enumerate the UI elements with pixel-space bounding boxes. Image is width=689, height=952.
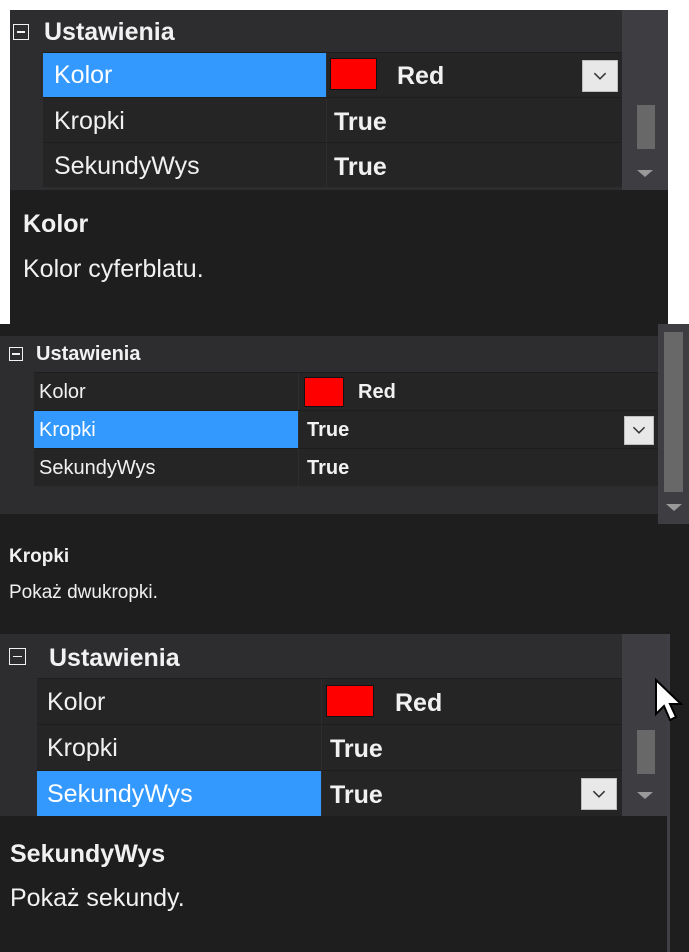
- property-row-kropki[interactable]: Kropki True: [37, 724, 622, 770]
- value-text: Red: [358, 381, 396, 403]
- chevron-down-icon: [592, 790, 606, 798]
- description-text: Kolor cyferblatu.: [23, 255, 204, 283]
- property-grid-panel-3: Ustawienia Kolor Red Kropki True Sekundy…: [0, 634, 689, 952]
- value-text: True: [330, 781, 383, 809]
- property-row-sekundywys[interactable]: SekundyWys True: [37, 770, 622, 816]
- property-value[interactable]: True: [299, 449, 658, 486]
- property-value[interactable]: Red: [299, 373, 658, 410]
- property-name[interactable]: Kropki: [37, 725, 321, 770]
- collapse-icon[interactable]: [13, 24, 29, 40]
- dropdown-button[interactable]: [581, 778, 617, 810]
- property-value[interactable]: Red: [322, 679, 622, 724]
- property-value[interactable]: True: [327, 98, 622, 142]
- vertical-scrollbar[interactable]: [658, 324, 689, 524]
- scrollbar-thumb[interactable]: [664, 332, 683, 492]
- property-name[interactable]: Kropki: [43, 98, 326, 142]
- vertical-scrollbar[interactable]: [622, 634, 667, 816]
- category-header[interactable]: Ustawienia: [10, 10, 622, 52]
- property-row-sekundywys[interactable]: SekundyWys True: [34, 448, 658, 486]
- category-header[interactable]: Ustawienia: [0, 336, 658, 372]
- value-text: Red: [397, 62, 445, 90]
- triangle-down-icon[interactable]: [637, 170, 653, 177]
- property-value[interactable]: True: [327, 143, 622, 187]
- collapse-icon[interactable]: [9, 648, 26, 665]
- property-name[interactable]: Kropki: [34, 411, 298, 448]
- description-title: Kropki: [9, 546, 70, 567]
- description-title: SekundyWys: [10, 840, 166, 868]
- value-text: True: [307, 419, 350, 441]
- property-name[interactable]: Kolor: [34, 373, 298, 410]
- property-row-kropki[interactable]: Kropki True: [43, 97, 622, 142]
- scrollbar-thumb[interactable]: [637, 730, 655, 774]
- triangle-down-icon[interactable]: [637, 792, 653, 799]
- property-name[interactable]: SekundyWys: [43, 143, 326, 187]
- triangle-down-icon[interactable]: [666, 504, 682, 511]
- description-text: Pokaż dwukropki.: [9, 582, 158, 603]
- category-label: Ustawienia: [36, 343, 141, 365]
- category-label: Ustawienia: [44, 18, 175, 46]
- property-name[interactable]: SekundyWys: [37, 771, 321, 816]
- color-swatch: [304, 377, 344, 407]
- property-row-kolor[interactable]: Kolor Red: [43, 52, 622, 97]
- property-name[interactable]: Kolor: [37, 679, 321, 724]
- property-row-kropki[interactable]: Kropki True: [34, 410, 658, 448]
- collapse-icon[interactable]: [9, 347, 23, 361]
- color-swatch: [330, 58, 377, 90]
- description-title: Kolor: [23, 210, 89, 238]
- color-swatch: [326, 685, 374, 717]
- property-row-kolor[interactable]: Kolor Red: [34, 372, 658, 410]
- property-name[interactable]: SekundyWys: [34, 449, 298, 486]
- property-name[interactable]: Kolor: [43, 53, 326, 97]
- property-value[interactable]: True: [322, 725, 622, 770]
- property-grid-panel-1: Ustawienia Kolor Red Kropki True Sekundy…: [10, 10, 668, 324]
- dropdown-button[interactable]: [624, 416, 654, 445]
- scrollbar-thumb[interactable]: [637, 105, 655, 149]
- category-header[interactable]: Ustawienia: [0, 634, 622, 678]
- dropdown-button[interactable]: [582, 60, 618, 92]
- property-row-kolor[interactable]: Kolor Red: [37, 678, 622, 724]
- value-text: Red: [395, 689, 443, 717]
- category-label: Ustawienia: [49, 644, 180, 672]
- mouse-pointer-icon: [655, 678, 684, 722]
- chevron-down-icon: [632, 426, 646, 434]
- property-value[interactable]: True: [299, 411, 658, 448]
- property-value[interactable]: Red: [327, 53, 622, 97]
- property-grid-panel-2: Ustawienia Kolor Red Kropki True Sekundy…: [0, 324, 689, 634]
- vertical-scrollbar[interactable]: [622, 10, 668, 190]
- property-value[interactable]: True: [322, 771, 622, 816]
- property-row-sekundywys[interactable]: SekundyWys True: [43, 142, 622, 187]
- description-text: Pokaż sekundy.: [10, 884, 185, 912]
- chevron-down-icon: [593, 72, 607, 80]
